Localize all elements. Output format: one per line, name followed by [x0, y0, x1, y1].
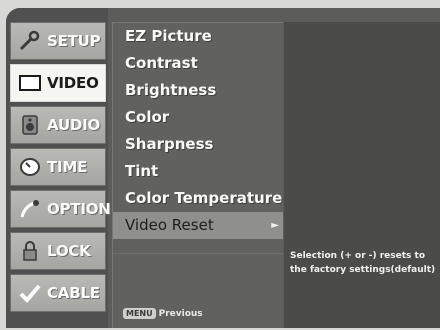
tab-label: TIME — [47, 158, 88, 176]
menu-item-brightness[interactable]: Brightness — [113, 77, 283, 104]
tab-audio[interactable]: AUDIO — [10, 106, 106, 144]
monitor-icon — [17, 71, 43, 95]
menu-item-sharpness[interactable]: Sharpness — [113, 131, 283, 158]
menu-item-ez-picture[interactable]: EZ Picture — [113, 23, 283, 50]
tab-label: SETUP — [47, 32, 101, 50]
tab-lock[interactable]: LOCK — [10, 232, 106, 270]
checkmark-icon — [17, 281, 43, 305]
video-menu: EZ Picture Contrast Brightness Color Sha… — [112, 22, 283, 328]
menu-footer: MENU Previous — [123, 308, 203, 319]
tab-column: SETUP VIDEO AUDIO TIME OPTION LOCK CABLE — [6, 8, 111, 328]
tab-cable[interactable]: CABLE — [10, 274, 106, 312]
tab-label: LOCK — [47, 242, 91, 260]
gear-icon — [17, 197, 43, 221]
menu-item-label: Video Reset — [125, 216, 214, 234]
clock-icon — [17, 155, 43, 179]
submenu-arrow-icon: ► — [271, 220, 279, 231]
description-panel: Selection (+ or -) resets to the factory… — [284, 22, 440, 328]
previous-label: Previous — [158, 308, 203, 319]
tab-time[interactable]: TIME — [10, 148, 106, 186]
menu-item-tint[interactable]: Tint — [113, 158, 283, 185]
tab-video[interactable]: VIDEO — [10, 64, 106, 102]
wrench-icon — [17, 29, 43, 53]
menu-item-contrast[interactable]: Contrast — [113, 50, 283, 77]
tab-label: VIDEO — [47, 74, 99, 92]
menu-button-chip[interactable]: MENU — [123, 308, 156, 319]
osd-window: SETUP VIDEO AUDIO TIME OPTION LOCK CABLE… — [6, 8, 440, 328]
tab-label: CABLE — [47, 284, 100, 302]
tab-label: OPTION — [47, 200, 111, 218]
lock-icon — [17, 239, 43, 263]
menu-item-video-reset[interactable]: Video Reset ► — [113, 212, 283, 239]
menu-item-color-temperature[interactable]: Color Temperature — [113, 185, 283, 212]
description-text: Selection (+ or -) resets to the factory… — [290, 251, 436, 275]
menu-item-color[interactable]: Color — [113, 104, 283, 131]
tab-label: AUDIO — [47, 116, 101, 134]
divider — [113, 253, 283, 254]
speaker-icon — [17, 113, 43, 137]
tab-setup[interactable]: SETUP — [10, 22, 106, 60]
tab-option[interactable]: OPTION — [10, 190, 111, 228]
